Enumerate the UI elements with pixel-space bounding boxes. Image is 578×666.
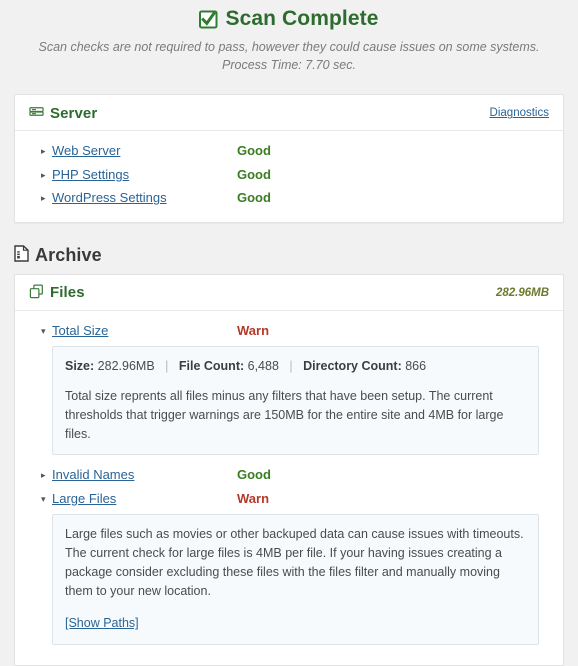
stat-key-size: Size: (65, 359, 95, 374)
scan-header: Scan Complete Scan checks are not requir… (0, 0, 578, 74)
checked-checkbox-icon (199, 10, 218, 29)
expand-triangle-icon[interactable]: ▸ (41, 147, 52, 156)
files-panel: Files 282.96MB ▾ Total Size Warn Size: 2… (14, 273, 564, 666)
stat-value-size: 282.96MB (97, 359, 155, 374)
check-row-invalid-names[interactable]: ▸ Invalid Names Good (29, 463, 549, 487)
scan-status-title: Scan Complete (0, 6, 578, 31)
server-panel: Server Diagnostics ▸ Web Server Good ▸ P… (14, 94, 564, 223)
check-link-total-size[interactable]: Total Size (52, 321, 237, 341)
check-link-large-files[interactable]: Large Files (52, 489, 237, 509)
expand-triangle-icon[interactable]: ▸ (41, 194, 52, 203)
stat-value-file-count: 6,488 (247, 359, 279, 374)
detail-box-total-size: Size: 282.96MB | File Count: 6,488 | Dir… (52, 346, 539, 456)
files-panel-title-group: Files (29, 284, 85, 302)
diagnostics-link[interactable]: Diagnostics (490, 107, 549, 119)
total-size-stats: Size: 282.96MB | File Count: 6,488 | Dir… (65, 357, 526, 376)
detail-box-large-files: Large files such as movies or other back… (52, 514, 539, 646)
files-total-size-badge: 282.96MB (495, 286, 549, 299)
server-icon (29, 104, 44, 122)
show-paths-link[interactable]: [Show Paths] (65, 614, 139, 633)
check-link-invalid-names[interactable]: Invalid Names (52, 465, 237, 485)
scan-process-time: Process Time: 7.70 sec. (222, 58, 356, 73)
scan-status-text: Scan Complete (225, 7, 379, 30)
server-panel-title: Server (50, 104, 98, 122)
files-panel-header: Files 282.96MB (15, 275, 563, 311)
archive-section-heading: Archive (14, 245, 578, 266)
status-large-files: Warn (237, 490, 270, 506)
total-size-description: Total size reprents all files minus any … (65, 389, 504, 441)
status-invalid-names: Good (237, 467, 271, 483)
expand-triangle-icon[interactable]: ▸ (41, 170, 52, 180)
check-link-wordpress-settings[interactable]: WordPress Settings (52, 188, 237, 208)
files-panel-title: Files (50, 284, 85, 302)
check-row-large-files[interactable]: ▾ Large Files Warn (29, 487, 549, 511)
archive-section-title: Archive (35, 244, 102, 265)
stat-key-directory-count: Directory Count: (303, 359, 402, 374)
status-php-settings: Good (237, 166, 271, 182)
collapse-triangle-icon[interactable]: ▾ (41, 494, 52, 504)
check-row-web-server[interactable]: ▸ Web Server Good (29, 139, 549, 163)
server-panel-title-group: Server (29, 104, 97, 122)
check-link-php-settings[interactable]: PHP Settings (52, 165, 237, 185)
stat-separator: | (289, 359, 293, 374)
check-row-total-size[interactable]: ▾ Total Size Warn (29, 319, 549, 343)
large-files-description: Large files such as movies or other back… (65, 527, 524, 598)
files-panel-body: ▾ Total Size Warn Size: 282.96MB | File … (15, 311, 563, 665)
collapse-triangle-icon[interactable]: ▾ (41, 326, 52, 336)
scan-note-line-1: Scan checks are not required to pass, ho… (38, 40, 540, 55)
stat-separator: | (165, 359, 169, 374)
check-row-wordpress-settings[interactable]: ▸ WordPress Settings Good (29, 186, 549, 210)
status-wordpress-settings: Good (237, 190, 271, 206)
server-panel-body: ▸ Web Server Good ▸ PHP Settings Good ▸ … (15, 131, 563, 222)
archive-document-icon (14, 245, 29, 265)
check-link-web-server[interactable]: Web Server (52, 141, 237, 161)
stat-key-file-count: File Count: (178, 359, 245, 374)
scan-note: Scan checks are not required to pass, ho… (0, 38, 578, 74)
stat-value-directory-count: 866 (405, 359, 427, 374)
status-total-size: Warn (237, 322, 270, 338)
server-panel-header: Server Diagnostics (15, 95, 563, 132)
status-web-server: Good (237, 143, 271, 159)
check-row-php-settings[interactable]: ▸ PHP Settings Good (29, 163, 549, 187)
expand-triangle-icon[interactable]: ▸ (41, 471, 52, 480)
copy-files-icon (29, 284, 44, 302)
